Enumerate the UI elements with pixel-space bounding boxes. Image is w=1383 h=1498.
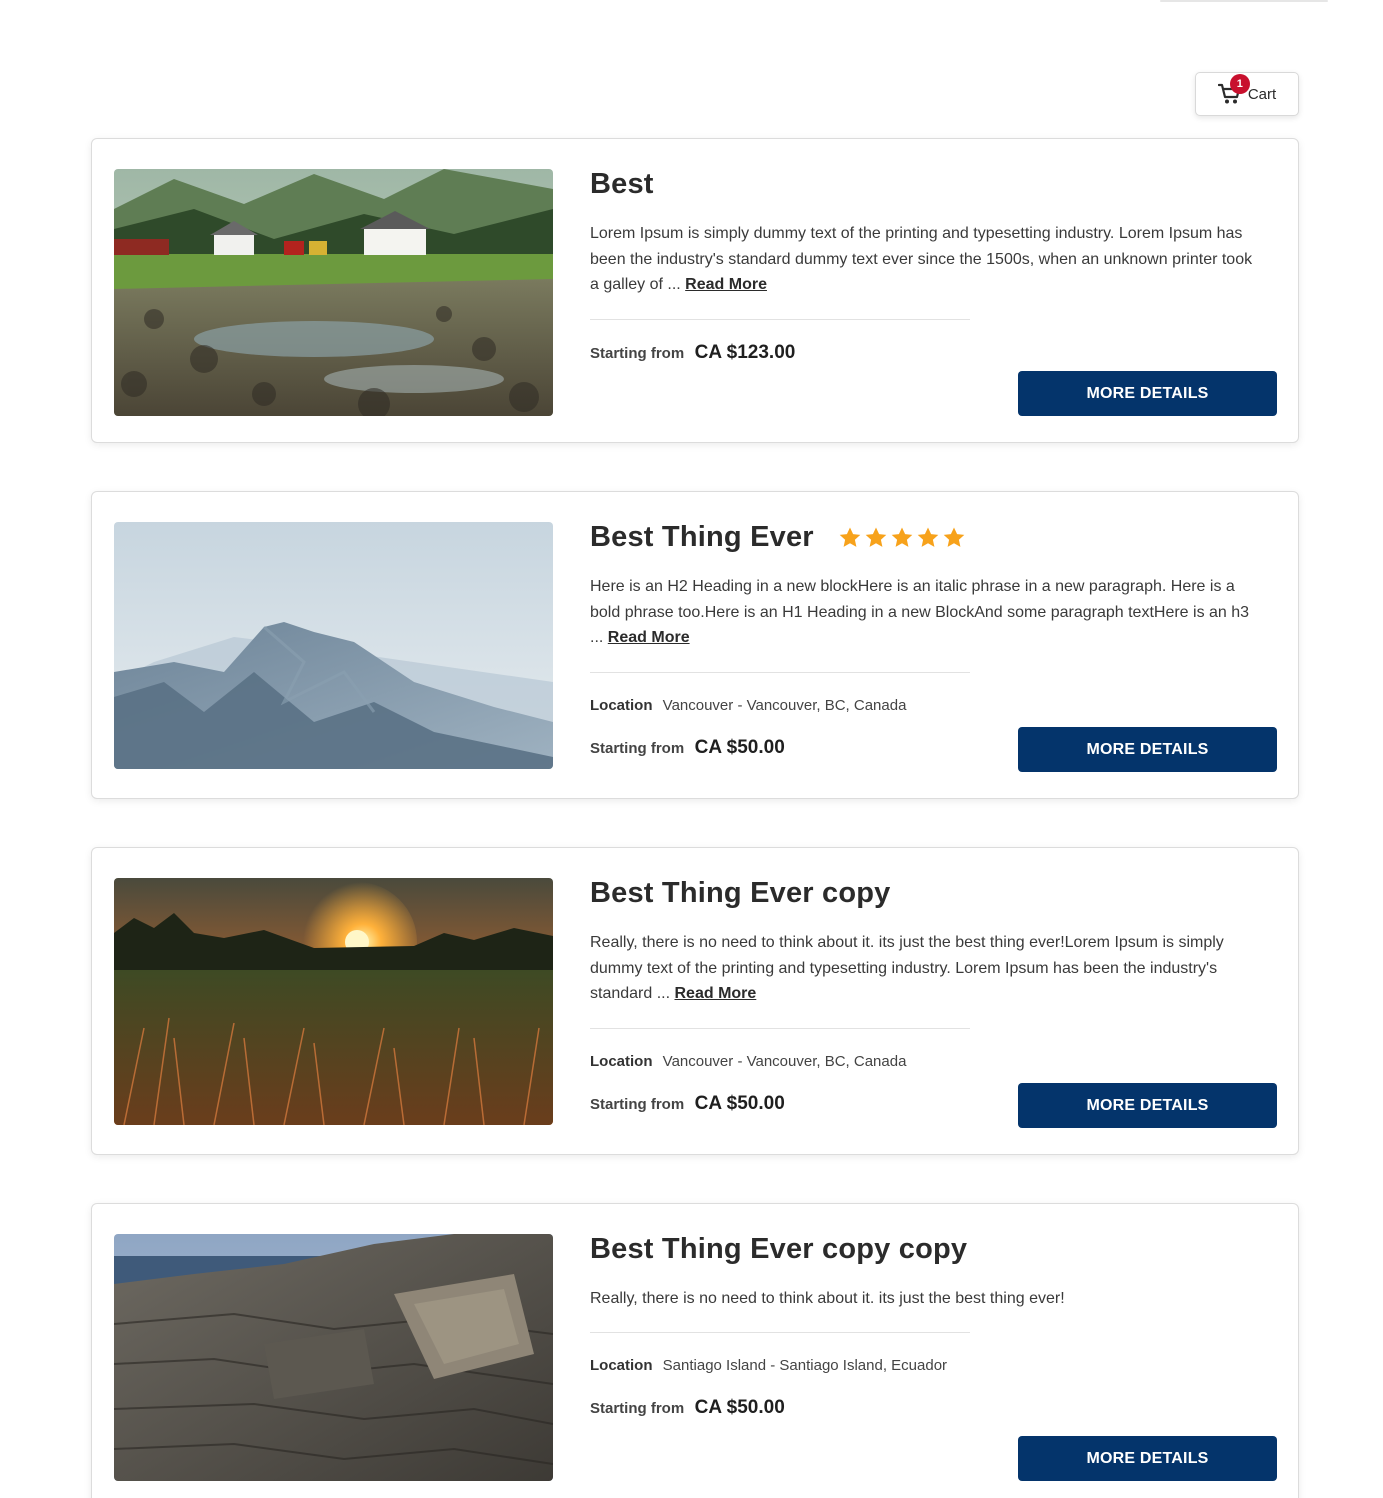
location-label: Location bbox=[590, 697, 653, 714]
price-row: Starting from CA $50.00 bbox=[590, 1093, 785, 1115]
starting-from-label: Starting from bbox=[590, 1400, 685, 1417]
price-row: Starting from CA $50.00 bbox=[590, 737, 785, 759]
listing-title[interactable]: Best Thing Ever copy bbox=[590, 877, 891, 910]
cart-label: Cart bbox=[1247, 85, 1277, 103]
listing-location: Santiago Island - Santiago Island, Ecuad… bbox=[662, 1357, 948, 1374]
listing-title[interactable]: Best Thing Ever copy copy bbox=[590, 1233, 967, 1266]
listing-description: Really, there is no need to think about … bbox=[590, 930, 1262, 1007]
read-more-link[interactable]: Read More bbox=[608, 629, 690, 646]
read-more-link[interactable]: Read More bbox=[685, 276, 767, 293]
listing-title-text[interactable]: Best Thing Ever bbox=[590, 521, 814, 553]
listing-title[interactable]: Best bbox=[590, 168, 654, 201]
starting-from-label: Starting from bbox=[590, 740, 685, 757]
star-icon bbox=[864, 526, 888, 550]
more-details-button[interactable]: MORE DETAILS bbox=[1018, 1436, 1277, 1481]
starting-from-label: Starting from bbox=[590, 1096, 685, 1113]
listing-price: CA $50.00 bbox=[694, 737, 785, 758]
location-row: Location Vancouver - Vancouver, BC, Cana… bbox=[590, 1053, 906, 1070]
listing-description-text: Really, there is no need to think about … bbox=[590, 1290, 1065, 1307]
listing-image-misty-mountains[interactable] bbox=[114, 522, 553, 769]
divider bbox=[590, 1028, 970, 1029]
read-more-link[interactable]: Read More bbox=[675, 985, 757, 1002]
listing-card: Best Thing Ever Here is an H2 Heading in… bbox=[91, 491, 1299, 799]
more-details-button[interactable]: MORE DETAILS bbox=[1018, 1083, 1277, 1128]
starting-from-label: Starting from bbox=[590, 345, 685, 362]
listing-price: CA $123.00 bbox=[694, 342, 796, 363]
star-icon bbox=[890, 526, 914, 550]
listing-card: Best Thing Ever copy Really, there is no… bbox=[91, 847, 1299, 1155]
star-icon bbox=[916, 526, 940, 550]
more-details-button[interactable]: MORE DETAILS bbox=[1018, 727, 1277, 772]
location-row: Location Vancouver - Vancouver, BC, Cana… bbox=[590, 697, 906, 714]
cart-icon: 1 bbox=[1217, 74, 1250, 105]
listing-card: Best Thing Ever copy copy Really, there … bbox=[91, 1203, 1299, 1498]
listing-image-rocky-coast[interactable] bbox=[114, 1234, 553, 1481]
listing-description: Really, there is no need to think about … bbox=[590, 1286, 1262, 1312]
listing-price: CA $50.00 bbox=[694, 1397, 785, 1418]
divider bbox=[590, 672, 970, 673]
star-rating bbox=[838, 526, 966, 550]
star-icon bbox=[838, 526, 862, 550]
more-details-button[interactable]: MORE DETAILS bbox=[1018, 371, 1277, 416]
listing-price: CA $50.00 bbox=[694, 1093, 785, 1114]
listing-description: Lorem Ipsum is simply dummy text of the … bbox=[590, 221, 1262, 298]
price-row: Starting from CA $123.00 bbox=[590, 342, 795, 364]
divider bbox=[590, 319, 970, 320]
listing-image-village-meadow[interactable] bbox=[114, 169, 553, 416]
divider bbox=[590, 1332, 970, 1333]
location-row: Location Santiago Island - Santiago Isla… bbox=[590, 1357, 947, 1374]
listing-description: Here is an H2 Heading in a new blockHere… bbox=[590, 574, 1262, 651]
top-decor-strip bbox=[1160, 0, 1328, 2]
listing-title: Best Thing Ever bbox=[590, 521, 966, 554]
price-row: Starting from CA $50.00 bbox=[590, 1397, 785, 1419]
listing-location: Vancouver - Vancouver, BC, Canada bbox=[662, 697, 907, 714]
cart-button[interactable]: 1 Cart bbox=[1195, 72, 1299, 116]
cart-count-badge: 1 bbox=[1229, 74, 1250, 94]
listing-image-sunset-field[interactable] bbox=[114, 878, 553, 1125]
location-label: Location bbox=[590, 1053, 653, 1070]
location-label: Location bbox=[590, 1357, 653, 1374]
star-icon bbox=[942, 526, 966, 550]
listing-location: Vancouver - Vancouver, BC, Canada bbox=[662, 1053, 907, 1070]
listing-card: Best Lorem Ipsum is simply dummy text of… bbox=[91, 138, 1299, 443]
